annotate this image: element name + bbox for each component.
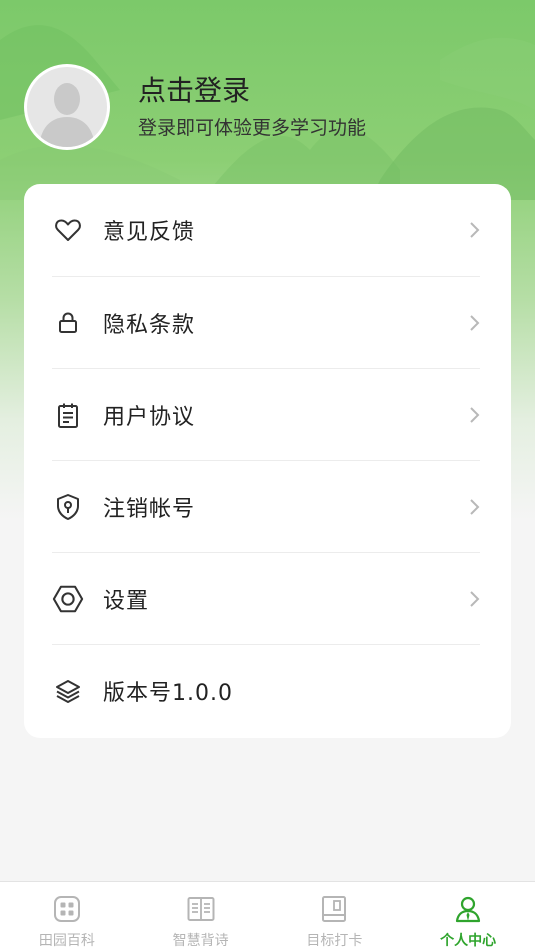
default-avatar-icon [39, 83, 95, 147]
clipboard-icon [52, 399, 84, 431]
menu-item-privacy[interactable]: 隐私条款 [24, 277, 511, 369]
chevron-right-icon [470, 591, 480, 607]
chevron-right-icon [470, 315, 480, 331]
tab-profile[interactable]: 个人中心 [401, 882, 535, 952]
book-open-icon [187, 897, 215, 921]
menu-item-feedback[interactable]: 意见反馈 [24, 184, 511, 276]
avatar[interactable] [24, 64, 110, 150]
menu-item-user-agreement[interactable]: 用户协议 [24, 369, 511, 461]
menu-item-label: 用户协议 [103, 405, 196, 430]
login-profile[interactable]: 点击登录 登录即可体验更多学习功能 [24, 62, 514, 152]
tab-checkin[interactable]: 目标打卡 [268, 882, 402, 952]
tab-label: 目标打卡 [306, 933, 363, 949]
user-icon [456, 896, 481, 923]
login-subtitle: 登录即可体验更多学习功能 [138, 117, 367, 139]
menu-item-label: 隐私条款 [103, 313, 196, 338]
version-label: 版本号1.0.0 [103, 681, 233, 706]
heart-icon [52, 214, 84, 246]
bottom-tab-bar: 田园百科 智慧背诗 目标打卡 个人中心 [0, 881, 535, 952]
lock-icon [52, 307, 84, 339]
tab-poetry[interactable]: 智慧背诗 [134, 882, 268, 952]
hexagon-settings-icon [52, 583, 84, 615]
menu-item-label: 设置 [103, 589, 150, 614]
layers-icon [52, 675, 84, 707]
grid-icon [53, 896, 80, 922]
notebook-icon [322, 896, 347, 922]
tab-label: 个人中心 [440, 933, 497, 949]
chevron-right-icon [470, 407, 480, 423]
tab-label: 田园百科 [38, 933, 95, 949]
menu-item-settings[interactable]: 设置 [24, 553, 511, 645]
tab-encyclopedia[interactable]: 田园百科 [0, 882, 134, 952]
shield-key-icon [52, 491, 84, 523]
menu-item-delete-account[interactable]: 注销帐号 [24, 461, 511, 553]
tab-label: 智慧背诗 [172, 933, 229, 949]
settings-menu-card: 意见反馈 隐私条款 用户协议 注销帐号 设置 版本号1.0.0 [24, 184, 511, 738]
menu-item-label: 注销帐号 [103, 497, 196, 522]
chevron-right-icon [470, 222, 480, 238]
menu-item-version: 版本号1.0.0 [24, 645, 511, 737]
login-title[interactable]: 点击登录 [138, 73, 366, 109]
menu-item-label: 意见反馈 [103, 220, 196, 245]
chevron-right-icon [470, 499, 480, 515]
